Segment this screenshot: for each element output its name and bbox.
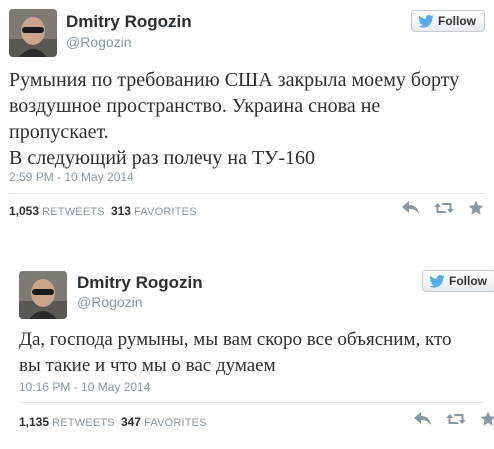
author-handle[interactable]: @Rogozin [66, 34, 132, 50]
retweets-stat[interactable]: 1,053 RETWEETS [9, 204, 105, 218]
tweet-stats: 1,135 RETWEETS 347 FAVORITES [19, 415, 207, 429]
star-icon[interactable] [480, 411, 494, 427]
retweets-label: RETWEETS [42, 206, 105, 218]
author-handle[interactable]: @Rogozin [77, 294, 143, 310]
favorites-label: FAVORITES [144, 417, 207, 429]
favorites-count: 313 [110, 204, 131, 218]
tweet-text-line: пропускает. [9, 121, 109, 143]
tweet-card: Dmitry Rogozin @Rogozin Follow Румыния п… [0, 0, 494, 230]
author-name[interactable]: Dmitry Rogozin [77, 273, 203, 293]
tweet-card: Dmitry Rogozin @Rogozin Follow Да, госпо… [10, 262, 494, 449]
reply-icon[interactable] [414, 412, 432, 426]
twitter-bird-icon [429, 274, 445, 288]
star-icon[interactable] [468, 200, 484, 216]
retweet-icon[interactable] [434, 201, 454, 215]
follow-label: Follow [438, 14, 476, 28]
reply-icon[interactable] [402, 201, 420, 215]
avatar[interactable] [9, 9, 57, 57]
timestamp[interactable]: 2:59 PM - 10 May 2014 [9, 170, 134, 184]
favorites-stat[interactable]: 313 FAVORITES [110, 204, 197, 218]
follow-label: Follow [449, 274, 487, 288]
favorites-count: 347 [120, 415, 141, 429]
tweet-text-line: Да, господа румыны, мы вам скоро все объ… [19, 329, 452, 350]
retweet-icon[interactable] [446, 412, 466, 426]
divider [19, 402, 483, 403]
divider [9, 193, 485, 194]
tweet-text-line: вы такие и что мы о вас думаем [19, 355, 276, 376]
avatar[interactable] [19, 271, 67, 319]
retweets-label: RETWEETS [52, 417, 115, 429]
tweet-text: Да, господа румыны, мы вам скоро все объ… [19, 327, 489, 379]
twitter-bird-icon [418, 14, 434, 28]
tweet-stats: 1,053 RETWEETS 313 FAVORITES [9, 204, 197, 218]
tweet-actions [402, 200, 484, 216]
favorites-label: FAVORITES [134, 206, 197, 218]
tweet-text: Румыния по требованию США закрыла моему … [9, 67, 489, 171]
follow-button[interactable]: Follow [422, 270, 494, 292]
retweets-count: 1,135 [19, 415, 50, 429]
tweet-text-line: воздушное пространство. Украина снова не [9, 95, 381, 117]
tweet-actions [414, 411, 494, 427]
retweets-count: 1,053 [9, 204, 40, 218]
author-name[interactable]: Dmitry Rogozin [66, 12, 192, 32]
follow-button[interactable]: Follow [411, 10, 485, 32]
tweet-text-line: Румыния по требованию США закрыла моему … [9, 69, 460, 91]
tweet-text-line: В следующий раз полечу на ТУ-160 [9, 147, 315, 169]
favorites-stat[interactable]: 347 FAVORITES [120, 415, 207, 429]
retweets-stat[interactable]: 1,135 RETWEETS [19, 415, 115, 429]
timestamp[interactable]: 10:16 PM - 10 May 2014 [19, 380, 150, 394]
